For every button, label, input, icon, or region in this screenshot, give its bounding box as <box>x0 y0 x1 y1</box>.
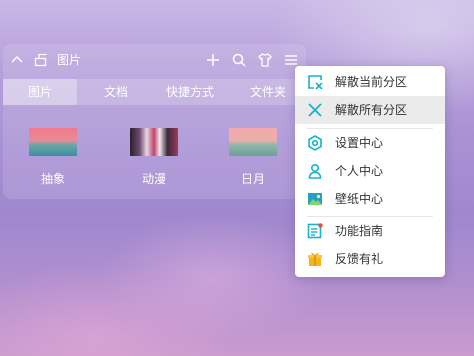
partition-title: 图片 <box>57 53 82 67</box>
sun-moon-thumbnail <box>229 128 277 156</box>
menu-item-label: 壁纸中心 <box>335 192 384 206</box>
file-label: 动漫 <box>141 172 166 186</box>
file-label: 抽象 <box>40 172 65 186</box>
guide-icon <box>307 223 323 239</box>
menu-item-dissolve-all[interactable]: 解散所有分区 <box>295 96 445 124</box>
tab-shortcuts[interactable]: 快捷方式 <box>153 79 227 105</box>
skin-shirt-icon[interactable] <box>257 52 273 68</box>
menu-item-wallpaper[interactable]: 壁纸中心 <box>295 185 445 213</box>
plus-icon[interactable] <box>205 52 221 68</box>
menu-item-settings[interactable]: 设置中心 <box>295 129 445 157</box>
file-item-abstract[interactable]: 抽象 <box>18 128 88 186</box>
menu-item-label: 个人中心 <box>335 164 384 178</box>
menu-item-label: 设置中心 <box>335 136 384 150</box>
menu-item-label: 功能指南 <box>335 224 384 238</box>
file-item-anime[interactable]: 动漫 <box>119 128 189 186</box>
menu-item-dissolve-current[interactable]: 解散当前分区 <box>295 68 445 96</box>
file-label: 日月 <box>240 172 265 186</box>
anime-thumbnail <box>130 128 178 156</box>
menu-item-label: 反馈有礼 <box>335 252 384 266</box>
partition-panel[interactable]: 图片 图片 文档 快捷方式 文件夹 抽象 动漫 日月 <box>3 44 306 199</box>
search-icon[interactable] <box>231 52 247 68</box>
menu-item-label: 解散所有分区 <box>335 103 408 117</box>
wallpaper-icon <box>308 193 322 205</box>
partition-titlebar[interactable]: 图片 <box>3 44 306 76</box>
partition-tabs: 图片 文档 快捷方式 文件夹 <box>3 79 306 105</box>
menu-item-guide[interactable]: 功能指南 <box>295 217 445 245</box>
abstract-thumbnail <box>29 128 77 156</box>
user-icon <box>308 163 322 179</box>
settings-icon <box>308 135 322 151</box>
close-x-icon <box>308 103 322 117</box>
menu-item-feedback[interactable]: 反馈有礼 <box>295 245 445 273</box>
tab-documents[interactable]: 文档 <box>79 79 153 105</box>
menu-item-label: 解散当前分区 <box>335 75 408 89</box>
dissolve-current-icon <box>308 75 323 90</box>
chevron-up-icon[interactable] <box>9 52 25 68</box>
partition-window-icon[interactable] <box>33 52 49 68</box>
menu-item-personal[interactable]: 个人中心 <box>295 157 445 185</box>
file-item-sun-moon[interactable]: 日月 <box>218 128 288 186</box>
context-menu: 解散当前分区 解散所有分区 设置中心 个人中心 壁纸中心 功能指南 反馈有礼 <box>295 66 445 277</box>
tab-pictures[interactable]: 图片 <box>3 79 77 105</box>
gift-icon <box>308 252 322 266</box>
tab-folders[interactable]: 文件夹 <box>231 79 305 105</box>
